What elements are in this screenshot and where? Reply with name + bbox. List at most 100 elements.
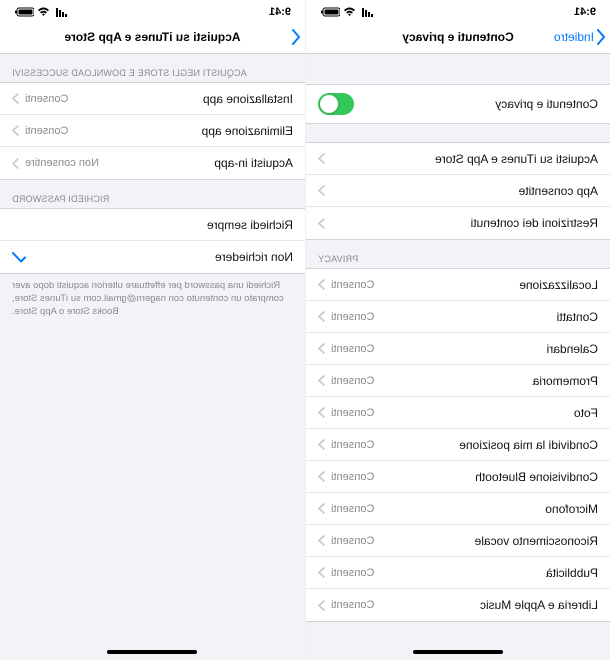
row-label: Localizzazione [519,278,598,292]
page-title: Contenuti e privacy [402,30,513,44]
back-button[interactable]: Indietro [554,29,606,45]
row-label: Acquisti in-app [214,156,293,170]
list-item[interactable]: Installazione app Consenti [0,83,305,115]
status-indicators [14,7,67,17]
wifi-icon [37,7,50,17]
chevron-right-icon [318,343,325,354]
row-detail: Consenti [12,125,68,137]
back-label: Indietro [554,30,594,44]
row-detail [318,185,325,196]
chevron-right-icon [318,471,325,482]
row-check [12,252,26,263]
chevron-right-icon [318,600,325,611]
row-detail: Consenti [318,343,374,355]
screen-itunes-purchases: 9:41 Acquisti su iTunes e App Store ACQU… [0,0,305,660]
row-detail: Consenti [318,375,374,387]
screen-content-privacy: 9:41 Indietro Contenuti e privacy Conten… [305,0,610,660]
row-label: App consentite [519,184,598,198]
row-label: Restrizioni dei contenuti [471,216,598,230]
row-label: Foto [574,406,598,420]
row-detail: Consenti [318,407,374,419]
chevron-right-icon [12,158,19,169]
list-item[interactable]: Acquisti su iTunes e App Store [306,143,610,175]
home-indicator[interactable] [413,650,503,654]
list-item[interactable]: MicrofonoConsenti [306,493,610,525]
row-detail: Non consentire [12,157,99,169]
list-item[interactable]: Riconoscimento vocale Consenti [306,525,610,557]
chevron-right-icon [318,311,325,322]
row-label: Eliminazione app [202,124,293,138]
list-item[interactable]: Foto Consenti [306,397,610,429]
row-detail: Consenti [318,471,374,483]
row-detail: Consenti [318,567,374,579]
status-bar: 9:41 [0,0,305,20]
signal-icon [359,7,373,17]
section-header-privacy: PRIVACY [306,240,610,268]
list-item[interactable]: PromemoriaConsenti [306,365,610,397]
chevron-right-icon [12,125,19,136]
row-label: Riconoscimento vocale [475,534,598,548]
chevron-right-icon [318,407,325,418]
chevron-right-icon [318,567,325,578]
chevron-left-icon [291,29,301,45]
row-label: Contenuti e privacy [495,97,598,111]
settings-scroll[interactable]: ACQUISTI NEGLI STORE E DOWNLOAD SUCCESSI… [0,54,305,660]
chevron-right-icon [318,279,325,290]
row-content-privacy-toggle[interactable]: Contenuti e privacy [306,85,610,123]
row-detail [318,218,325,229]
list-item[interactable]: Richiedi sempre [0,209,305,241]
settings-scroll[interactable]: Contenuti e privacy Acquisti su iTunes e… [306,54,610,660]
row-label: Acquisti su iTunes e App Store [435,152,598,166]
chevron-left-icon [596,29,606,45]
status-indicators [320,7,373,17]
list-item[interactable]: Restrizioni dei contenuti [306,207,610,239]
group-store: Installazione appConsentiEliminazione ap… [0,82,305,180]
status-bar: 9:41 [306,0,610,20]
status-time: 9:41 [574,6,596,18]
battery-icon [320,7,340,17]
row-label: Libreria e Apple Music [480,598,598,612]
list-item[interactable]: Contatti Consenti [306,301,610,333]
list-item[interactable]: Condivisione Bluetooth Consenti [306,461,610,493]
chevron-right-icon [318,439,325,450]
row-label: Calendari [547,342,598,356]
section-header-password: RICHIEDI PASSWORD [0,180,305,208]
list-item[interactable]: PubblicitàConsenti [306,557,610,589]
row-label: Contatti [557,310,598,324]
wifi-icon [343,7,356,17]
group-password: Richiedi sempre Non richiedere [0,208,305,274]
toggle-switch[interactable] [318,93,354,115]
row-detail: Consenti [318,311,374,323]
row-label: Installazione app [203,92,293,106]
chevron-right-icon [318,218,325,229]
row-label: Richiedi sempre [207,218,293,232]
row-detail: Consenti [318,439,374,451]
list-item[interactable]: Acquisti in-app Non consentire [0,147,305,179]
nav-bar: Indietro Contenuti e privacy [306,20,610,54]
row-detail: Consenti [318,599,374,611]
list-item[interactable]: Eliminazione app Consenti [0,115,305,147]
group-toggle: Contenuti e privacy [306,84,610,124]
row-detail: Consenti [318,279,374,291]
row-detail: Consenti [12,93,68,105]
list-item[interactable]: Condividi la mia posizioneConsenti [306,429,610,461]
row-detail [318,153,325,164]
section-header-store: ACQUISTI NEGLI STORE E DOWNLOAD SUCCESSI… [0,54,305,82]
footer-note: Richiedi una password per effettuare ult… [0,274,305,378]
status-time: 9:41 [269,6,291,18]
list-item[interactable]: App consentite [306,175,610,207]
back-button[interactable] [291,29,301,45]
row-label: Microfono [545,502,598,516]
nav-bar: Acquisti su iTunes e App Store [0,20,305,54]
list-item[interactable]: Libreria e Apple Music Consenti [306,589,610,621]
chevron-right-icon [318,375,325,386]
list-item[interactable]: Non richiedere [0,241,305,273]
row-label: Condivisione Bluetooth [475,470,598,484]
list-item[interactable]: Localizzazione Consenti [306,269,610,301]
checkmark-icon [12,252,26,263]
row-detail: Consenti [318,535,374,547]
signal-icon [53,7,67,17]
home-indicator[interactable] [108,650,198,654]
list-item[interactable]: Calendari Consenti [306,333,610,365]
group-privacy: LocalizzazioneConsentiContattiConsentiCa… [306,268,610,622]
